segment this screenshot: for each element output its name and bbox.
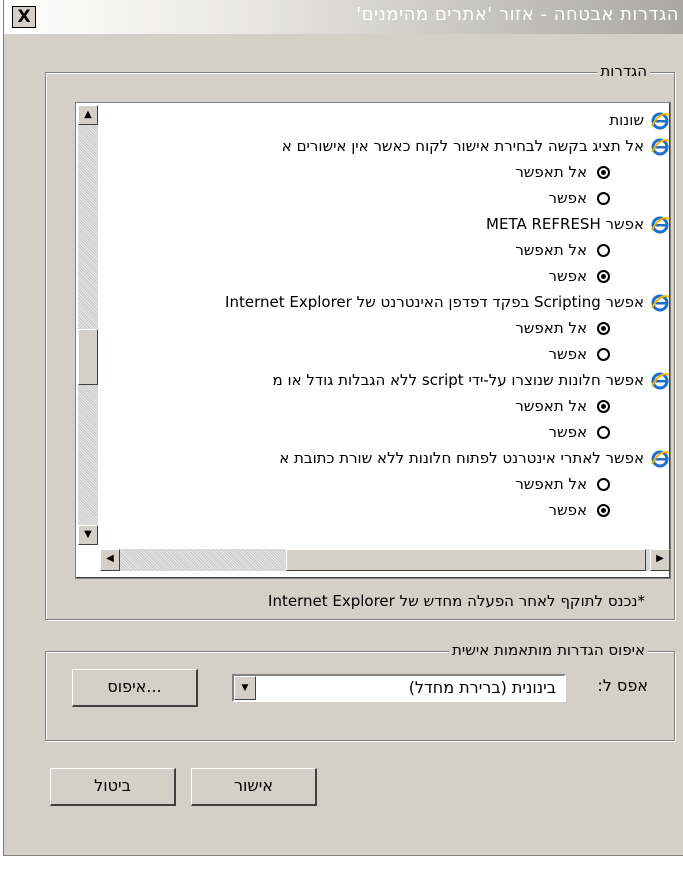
setting-label: אפשר (548, 267, 588, 285)
setting-option[interactable]: אפשר (548, 419, 610, 445)
setting-item: אל תציג בקשה לבחירת אישור לקוח כאשר אין … (282, 133, 670, 159)
radio-unselected-icon[interactable] (597, 192, 610, 205)
reset-button[interactable]: איפוס... (72, 669, 198, 707)
scroll-up-button[interactable]: ▲ (78, 105, 98, 125)
reset-group-legend: איפוס הגדרות מותאמות אישית (449, 641, 648, 659)
setting-option[interactable]: אפשר (548, 185, 610, 211)
setting-label: אל תאפשר (515, 475, 587, 493)
internet-explorer-icon (650, 371, 670, 391)
horizontal-scroll-thumb[interactable] (286, 549, 646, 571)
setting-category: שונות (609, 107, 670, 133)
reset-to-label: אפס ל: (597, 676, 648, 695)
internet-explorer-icon (650, 449, 670, 469)
setting-item: אפשר חלונות שנוצרו על-ידי script ללא הגב… (273, 367, 670, 393)
setting-option[interactable]: אפשר (548, 341, 610, 367)
window-title: הגדרות אבטחה - אזור 'אתרים מהימנים' (356, 4, 679, 25)
setting-option[interactable]: אל תאפשר (515, 315, 610, 341)
radio-selected-icon[interactable] (597, 400, 610, 413)
setting-label: אפשר (548, 423, 588, 441)
settings-list-items: שונות אל תציג בקשה לבחירת אישור לקוח כאשר… (106, 103, 670, 543)
radio-unselected-icon[interactable] (597, 426, 610, 439)
scroll-down-button[interactable]: ▼ (78, 525, 98, 545)
setting-label: אל תציג בקשה לבחירת אישור לקוח כאשר אין … (281, 137, 644, 155)
setting-item: אפשר Scripting בפקד דפדפן האינטרנט של In… (225, 289, 670, 315)
setting-option[interactable]: אל תאפשר (515, 237, 610, 263)
ok-button[interactable]: אישור (191, 768, 317, 806)
vertical-scroll-thumb[interactable] (78, 329, 98, 385)
close-button[interactable]: X (12, 6, 36, 28)
setting-label: אל תאפשר (515, 319, 587, 337)
reset-level-select[interactable]: בינונית (ברירת מחדל) ▼ (232, 674, 566, 702)
scroll-right-button[interactable]: ▶ (650, 549, 670, 571)
radio-selected-icon[interactable] (597, 504, 610, 517)
setting-option[interactable]: אל תאפשר (515, 471, 610, 497)
setting-label: אפשר חלונות שנוצרו על-ידי script ללא הגב… (272, 371, 644, 389)
scroll-left-button[interactable]: ◀ (100, 549, 120, 571)
radio-selected-icon[interactable] (597, 322, 610, 335)
setting-label: אפשר Scripting בפקד דפדפן האינטרנט של In… (225, 293, 644, 311)
radio-selected-icon[interactable] (597, 270, 610, 283)
horizontal-scrollbar[interactable]: ◀ ▶ (100, 549, 670, 571)
radio-selected-icon[interactable] (597, 166, 610, 179)
radio-unselected-icon[interactable] (597, 478, 610, 491)
radio-unselected-icon[interactable] (597, 348, 610, 361)
setting-label: אפשר לאתרי אינטרנט לפתוח חלונות ללא שורת… (279, 449, 644, 467)
setting-item: אפשר לאתרי אינטרנט לפתוח חלונות ללא שורת… (279, 445, 670, 471)
reset-level-value: בינונית (ברירת מחדל) (408, 678, 556, 697)
setting-option[interactable]: אל תאפשר (515, 393, 610, 419)
settings-list[interactable]: שונות אל תציג בקשה לבחירת אישור לקוח כאשר… (75, 102, 671, 579)
setting-label: אפשר (548, 345, 588, 363)
setting-option[interactable]: אפשר (548, 263, 610, 289)
setting-label: אפשר META REFRESH (486, 215, 644, 233)
dropdown-arrow-icon[interactable]: ▼ (234, 676, 256, 700)
vertical-scrollbar[interactable]: ▲ ▼ (78, 105, 98, 545)
setting-label: אל תאפשר (515, 397, 587, 415)
settings-group-legend: הגדרות (597, 62, 650, 80)
security-settings-dialog: הגדרות אבטחה - אזור 'אתרים מהימנים' X הג… (0, 0, 683, 869)
title-bar: הגדרות אבטחה - אזור 'אתרים מהימנים' X (4, 0, 683, 34)
internet-explorer-icon (650, 137, 670, 157)
setting-label: אל תאפשר (515, 163, 587, 181)
internet-explorer-icon (650, 293, 670, 313)
radio-unselected-icon[interactable] (597, 244, 610, 257)
internet-explorer-icon (650, 111, 670, 131)
internet-explorer-icon (650, 215, 670, 235)
cancel-button[interactable]: ביטול (50, 768, 176, 806)
setting-option[interactable]: אפשר (548, 497, 610, 523)
setting-label: אפשר (548, 189, 588, 207)
setting-item: אפשר META REFRESH (486, 211, 670, 237)
setting-label: אפשר (548, 501, 588, 519)
setting-option[interactable]: אל תאפשר (515, 159, 610, 185)
restart-note: *נכנס לתוקף לאחר הפעלה מחדש של Internet … (268, 592, 645, 610)
setting-label: אל תאפשר (515, 241, 587, 259)
setting-label: שונות (609, 111, 644, 129)
